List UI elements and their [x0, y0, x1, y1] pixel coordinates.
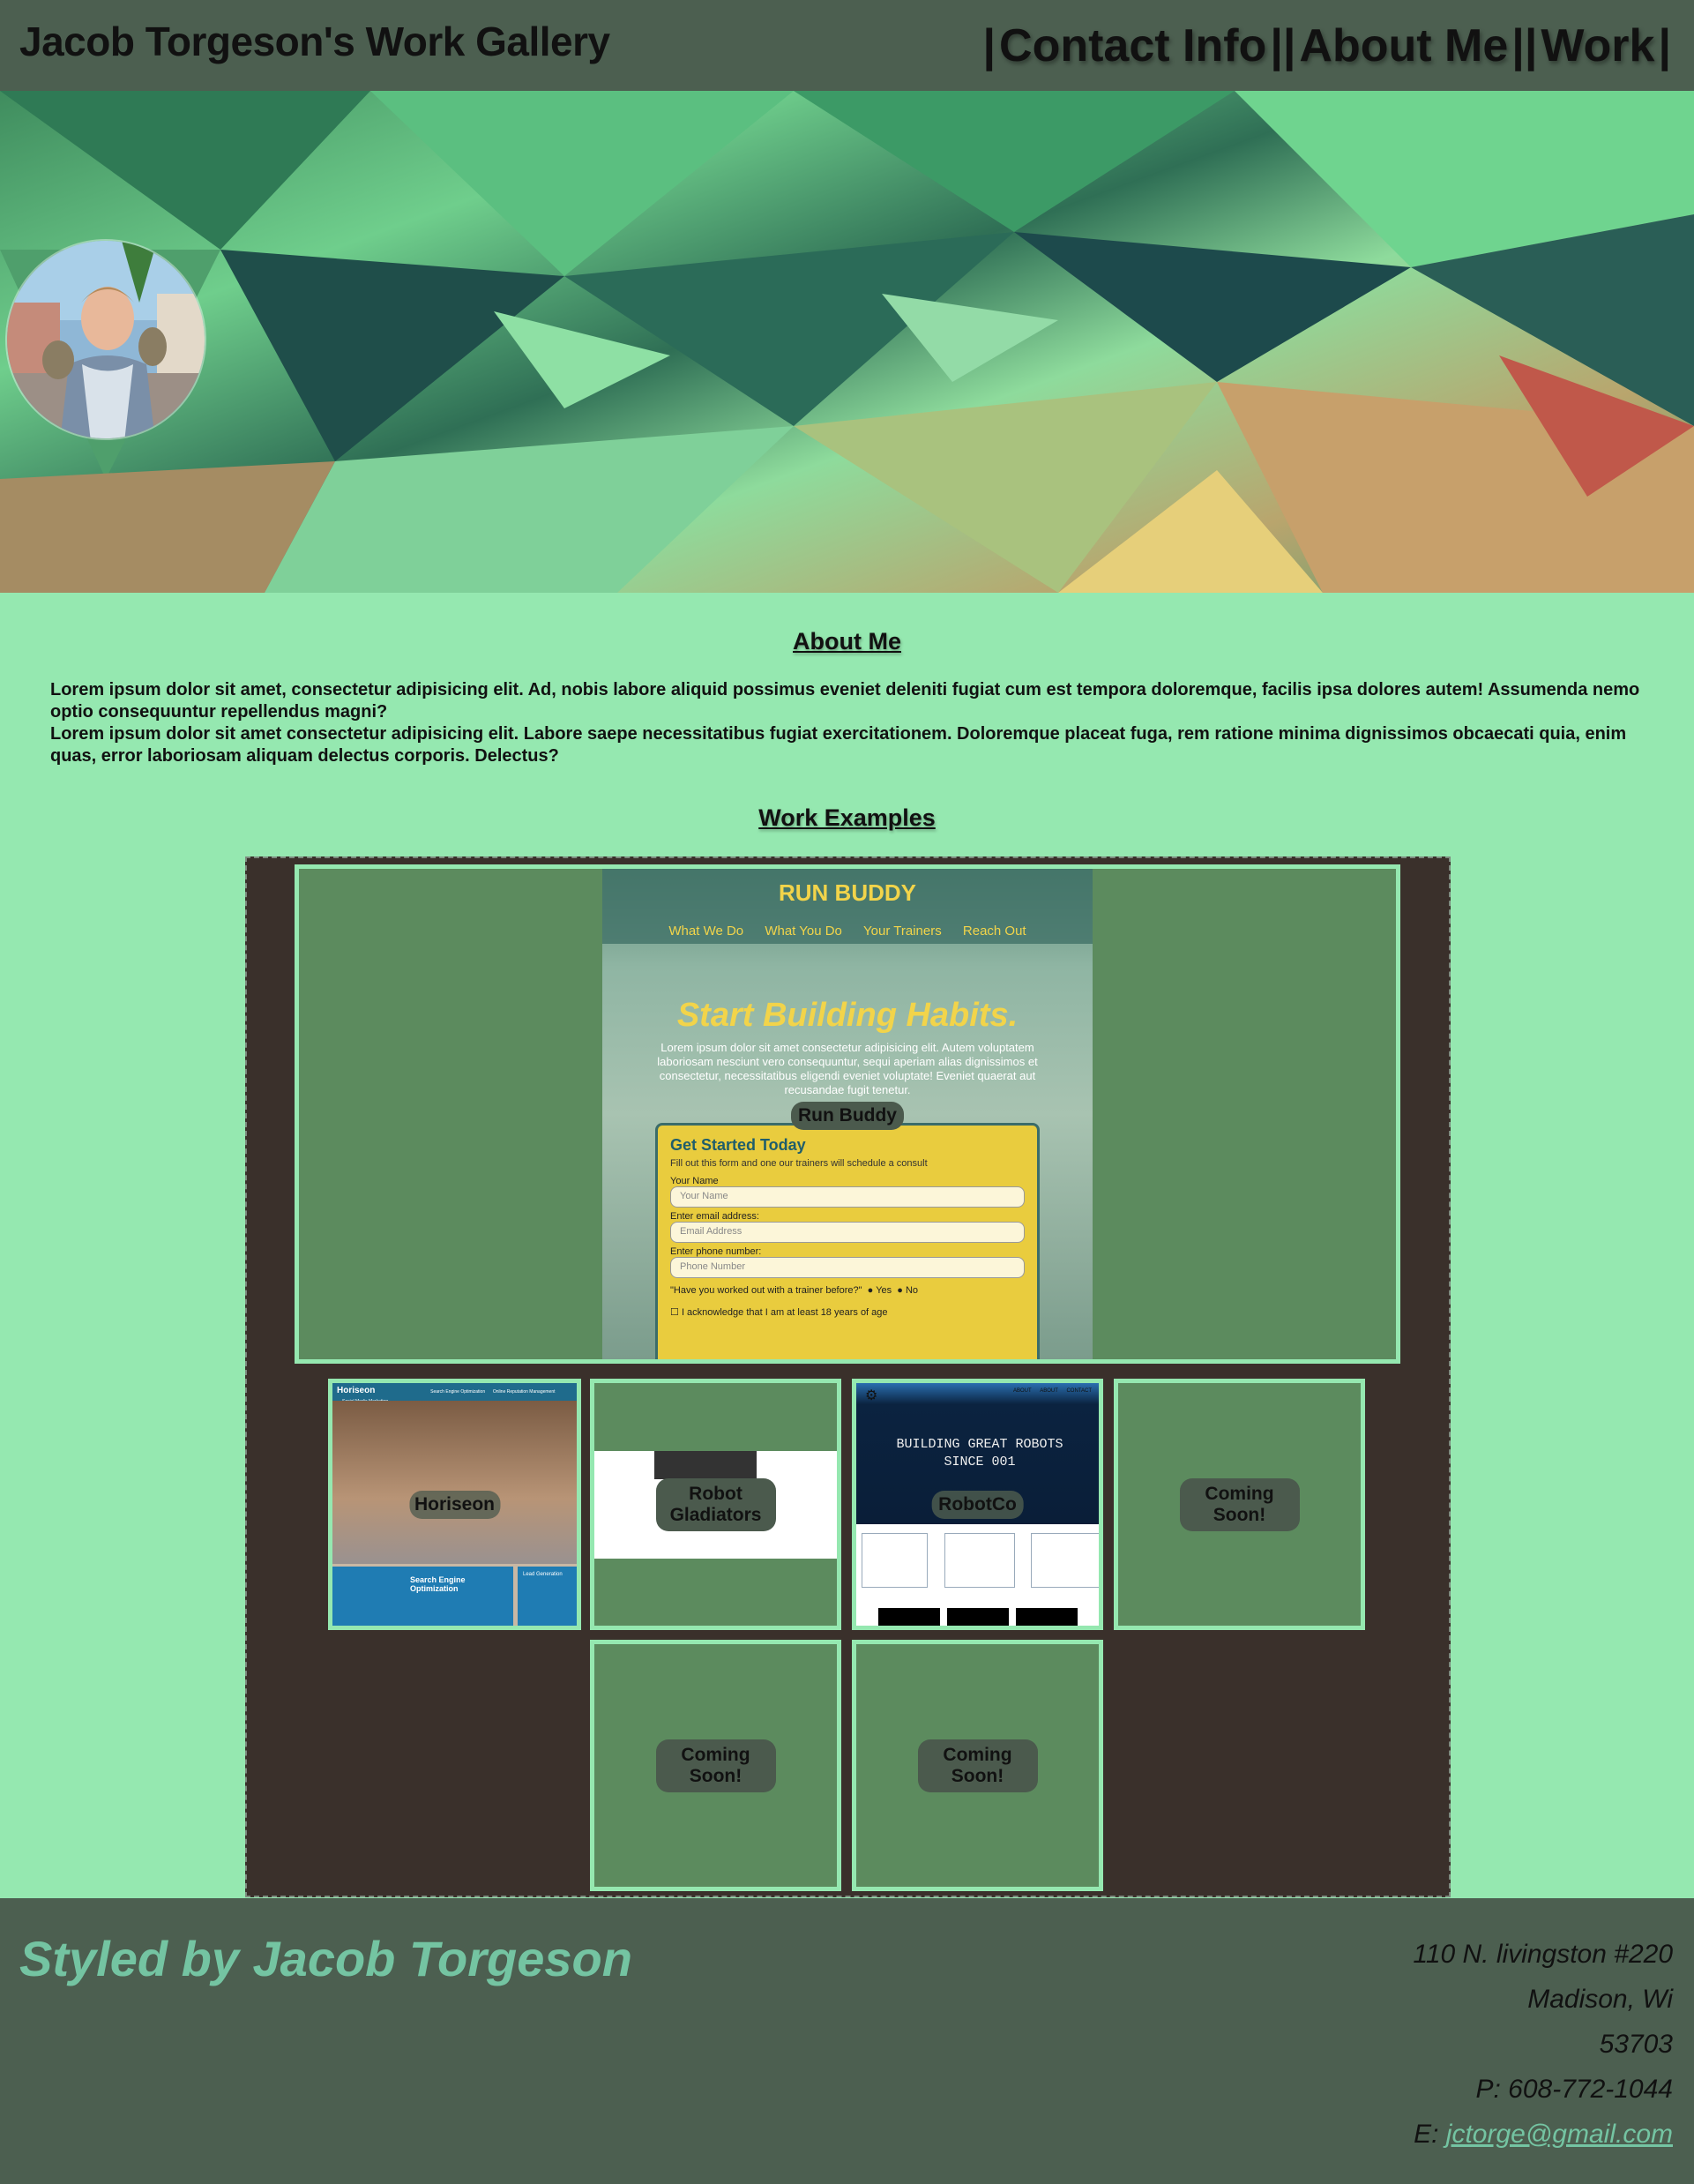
work-card-label: RobotCo [931, 1490, 1024, 1519]
robotco-tile [947, 1608, 1009, 1626]
rb-field-input: Your Name [670, 1186, 1025, 1208]
rb-nav-item: What We Do [668, 924, 744, 939]
rb-field-input: Phone Number [670, 1257, 1025, 1278]
work-card-coming-soon[interactable]: Coming Soon! [1114, 1379, 1365, 1630]
about-paragraph: Lorem ipsum dolor sit amet, consectetur … [50, 680, 1640, 722]
work-heading: Work Examples [758, 804, 936, 831]
robotco-nav: ABOUT ABOUT CONTACT [1006, 1388, 1092, 1394]
checkbox-icon: ☐ [670, 1307, 679, 1318]
site-footer: Styled by Jacob Torgeson 110 N. livingst… [0, 1898, 1694, 2184]
rb-form: Get Started Today Fill out this form and… [655, 1123, 1040, 1359]
address-line: 53703 [1599, 2030, 1673, 2059]
work-gallery: RUN BUDDY What We Do What You Do Your Tr… [245, 856, 1451, 1897]
rb-hero-title: Start Building Habits. [676, 997, 1019, 1034]
robotco-box [944, 1533, 1015, 1588]
rb-nav-item: What You Do [765, 924, 842, 939]
rg-console [654, 1451, 757, 1479]
robotco-nav-item: ABOUT [1040, 1388, 1058, 1394]
nav-link-about-me[interactable]: About Me [1299, 19, 1508, 72]
robotco-box [1031, 1533, 1099, 1588]
work-card-coming-soon[interactable]: Coming Soon! [590, 1640, 841, 1891]
work-card-robot-gladiators[interactable]: Robot Gladiators [590, 1379, 841, 1630]
rb-nav: What We Do What You Do Your Trainers Rea… [602, 924, 1093, 939]
robotco-tile [878, 1608, 940, 1626]
rb-question-text: "Have you worked out with a trainer befo… [670, 1285, 862, 1296]
rb-field-label: Enter email address: [670, 1211, 759, 1222]
low-poly-background [0, 91, 1694, 593]
phone-line: P: 608-772-1044 [1475, 2075, 1673, 2104]
robotco-box [862, 1533, 928, 1588]
horiseon-section: Search Engine Optimization [332, 1567, 513, 1626]
hero-banner [0, 91, 1694, 593]
rb-field-label: Your Name [670, 1176, 719, 1186]
rb-question: "Have you worked out with a trainer befo… [670, 1285, 1025, 1296]
email-line: E: jctorge@gmail.com [1413, 2112, 1673, 2157]
work-card-label: Coming Soon! [917, 1739, 1038, 1792]
horiseon-link: Search Engine Optimization [430, 1389, 486, 1395]
styled-by: Styled by Jacob Torgeson [19, 1931, 632, 1986]
radio-icon: ● [897, 1285, 903, 1296]
rb-nav-item: Reach Out [962, 924, 1026, 939]
nav-separator: | [1658, 19, 1671, 71]
email-link[interactable]: jctorge@gmail.com [1446, 2120, 1673, 2149]
rb-checkbox: ☐ I acknowledge that I am at least 18 ye… [670, 1306, 1025, 1318]
nav-link-contact-info[interactable]: Contact Info [999, 19, 1266, 72]
nav-link-work[interactable]: Work [1541, 19, 1654, 72]
work-card-coming-soon[interactable]: Coming Soon! [852, 1640, 1103, 1891]
horiseon-brand: Horiseon [337, 1386, 376, 1395]
site-header: Jacob Torgeson's Work Gallery | Contact … [0, 0, 1694, 91]
work-card-horiseon[interactable]: Horiseon Search Engine Optimization Onli… [328, 1379, 581, 1630]
rb-hero-text: Lorem ipsum dolor sit amet consectetur a… [657, 1041, 1038, 1096]
robotco-nav-item: CONTACT [1066, 1388, 1092, 1394]
main-nav: | Contact Info || About Me || Work | [979, 19, 1675, 72]
robot-icon: ⚙ [865, 1388, 878, 1403]
rb-checkbox-label: I acknowledge that I am at least 18 year… [681, 1307, 888, 1318]
horiseon-hero-image [332, 1401, 577, 1564]
contact-address: 110 N. livingston #220 Madison, Wi 53703… [1413, 1932, 1673, 2157]
rb-yes: Yes [876, 1285, 892, 1296]
address-line: Madison, Wi [1527, 1985, 1673, 2014]
horiseon-top-bar: Horiseon Search Engine Optimization Onli… [332, 1383, 577, 1404]
site-title: Jacob Torgeson's Work Gallery [19, 18, 610, 64]
rb-form-title: Get Started Today [670, 1136, 806, 1154]
work-card-label: Run Buddy [791, 1102, 904, 1130]
horiseon-aside-title: Lead Generation [523, 1572, 563, 1577]
robotco-tile [1016, 1608, 1078, 1626]
work-card-label: Coming Soon! [655, 1739, 776, 1792]
about-text: Lorem ipsum dolor sit amet, consectetur … [50, 679, 1646, 767]
work-card-label: Coming Soon! [1179, 1477, 1300, 1531]
rb-form-subtitle: Fill out this form and one our trainers … [670, 1158, 928, 1169]
robotco-headline: BUILDING GREAT ROBOTS SINCE 001 [896, 1437, 1063, 1470]
work-card-label: Robot Gladiators [655, 1477, 776, 1531]
work-card-robotco[interactable]: ⚙ ABOUT ABOUT CONTACT BUILDING GREAT ROB… [852, 1379, 1103, 1630]
rb-no: No [905, 1285, 919, 1296]
nav-separator: || [1270, 19, 1296, 71]
horiseon-aside: Lead Generation [518, 1567, 577, 1626]
robotco-nav-item: ABOUT [1012, 1388, 1032, 1394]
work-card-run-buddy[interactable]: RUN BUDDY What We Do What You Do Your Tr… [295, 864, 1400, 1364]
rb-field-input: Email Address [670, 1222, 1025, 1243]
about-heading: About Me [793, 628, 901, 654]
nav-separator: | [982, 19, 996, 71]
radio-icon: ● [867, 1285, 874, 1296]
horiseon-link: Online Reputation Management [492, 1389, 556, 1395]
rb-field-label: Enter phone number: [670, 1246, 762, 1257]
email-prefix: E: [1414, 2120, 1446, 2149]
profile-avatar [5, 239, 206, 440]
about-paragraph: Lorem ipsum dolor sit amet consectetur a… [50, 724, 1627, 766]
rb-title: RUN BUDDY [779, 879, 916, 906]
nav-separator: || [1511, 19, 1538, 71]
work-card-label: Horiseon [408, 1490, 501, 1519]
rb-nav-item: Your Trainers [863, 924, 942, 939]
horiseon-section-title: Search Engine Optimization [410, 1575, 466, 1593]
address-line: 110 N. livingston #220 [1413, 1940, 1673, 1969]
